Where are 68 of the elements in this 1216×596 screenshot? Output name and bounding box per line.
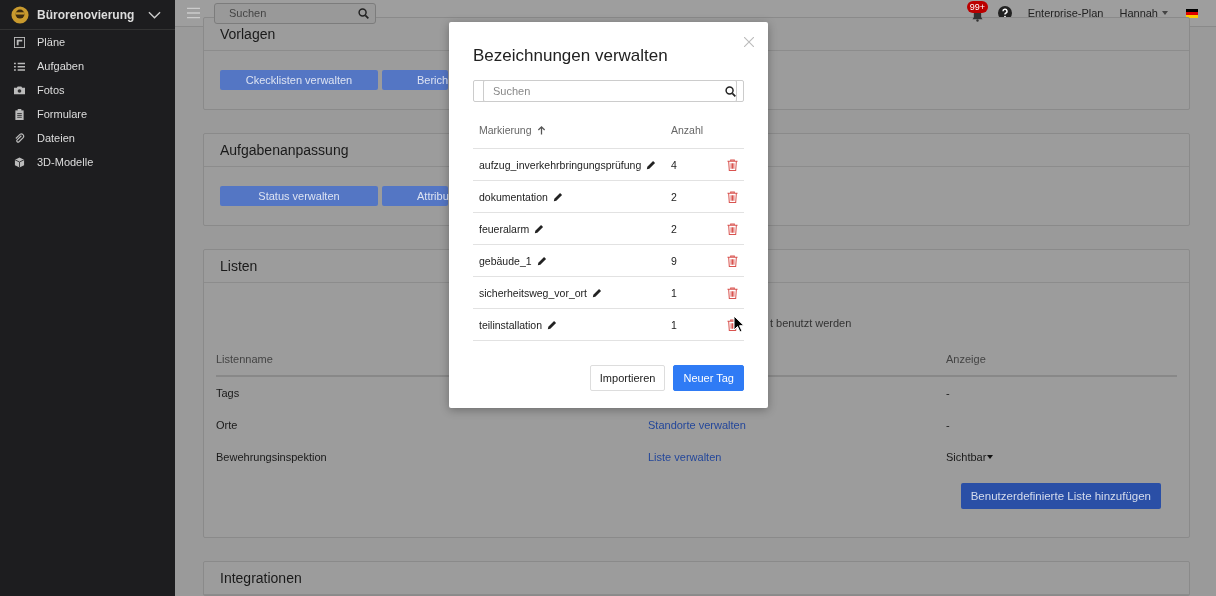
- search-icon: [725, 86, 736, 97]
- card-title: Listen: [220, 258, 258, 274]
- pencil-icon[interactable]: [591, 287, 602, 298]
- column-header: Listenname: [216, 353, 274, 365]
- tag-name: sicherheitsweg_vor_ort: [479, 286, 587, 299]
- clipboard-icon: [14, 108, 25, 120]
- camera-icon: [14, 84, 25, 96]
- sidebar-item[interactable]: Aufgaben: [0, 54, 175, 78]
- tag-count: 1: [671, 286, 678, 299]
- display-value: -: [946, 387, 950, 399]
- tag-count: 2: [671, 222, 678, 235]
- tag-count: 4: [671, 158, 678, 171]
- pencil-icon[interactable]: [552, 191, 563, 202]
- dialog-button[interactable]: Importieren: [589, 365, 666, 391]
- arrow-up-icon[interactable]: [536, 125, 546, 135]
- chevron-down-icon[interactable]: [148, 10, 161, 19]
- list-name: Tags: [216, 387, 241, 399]
- pencil-icon[interactable]: [534, 223, 545, 234]
- tag-name: gebäude_1: [479, 254, 532, 267]
- manage-button[interactable]: Status verwalten: [220, 186, 378, 206]
- manage-link[interactable]: Standorte verwalten: [648, 419, 746, 431]
- visibility-dropdown[interactable]: Sichtbar: [946, 451, 994, 463]
- info-text: t benutzt werden: [770, 317, 852, 329]
- tag-count: 2: [671, 190, 678, 203]
- sidebar-item[interactable]: Pläne: [0, 30, 175, 54]
- manage-link[interactable]: Liste verwalten: [648, 451, 722, 463]
- sidebar-item[interactable]: Fotos: [0, 78, 175, 102]
- card-title: Vorlagen: [220, 26, 276, 42]
- tag-count: 9: [671, 254, 678, 267]
- search-field[interactable]: Suchen: [214, 2, 376, 24]
- mouse-cursor-icon: [733, 315, 745, 333]
- column-header: Anzeige: [946, 353, 987, 365]
- column-header: Anzahl: [671, 124, 705, 136]
- plan-link[interactable]: Enterprise-Plan: [1027, 7, 1104, 19]
- list-name: Orte: [216, 419, 239, 431]
- pencil-icon[interactable]: [547, 319, 558, 330]
- tag-name: teilinstallation: [479, 318, 543, 331]
- display-value: -: [946, 419, 950, 431]
- sidebar-item[interactable]: Formulare: [0, 102, 175, 126]
- tag-count: 1: [671, 318, 678, 331]
- flag-icon[interactable]: [1186, 8, 1198, 18]
- card-title: Integrationen: [220, 570, 302, 586]
- column-header[interactable]: Markierung: [479, 124, 532, 136]
- list-icon: [14, 60, 25, 72]
- modal-title: Bezeichnungen verwalten: [473, 46, 669, 66]
- tag-name: feueralarm: [479, 222, 530, 235]
- trash-icon[interactable]: [727, 318, 738, 331]
- search-icon: [358, 7, 369, 19]
- pencil-icon[interactable]: [536, 255, 547, 266]
- notification-badge: 99+: [966, 1, 988, 13]
- manage-button[interactable]: Ckecklisten verwalten: [220, 70, 378, 90]
- tag-name: aufzug_inverkehrbringungsprüfung: [479, 158, 642, 171]
- card-title: Aufgabenanpassung: [220, 142, 349, 158]
- project-name[interactable]: Bürorenovierung: [37, 7, 140, 22]
- cube-icon: [14, 156, 25, 168]
- tag-name: dokumentation: [479, 190, 548, 203]
- logo-icon: [11, 5, 29, 24]
- manage-button[interactable]: Attribu: [382, 186, 448, 206]
- list-name: Bewehrungsinspektion: [216, 451, 328, 463]
- sidebar-item[interactable]: Dateien: [0, 126, 175, 150]
- search-field[interactable]: Suchen: [483, 80, 737, 102]
- dialog-button[interactable]: Neuer Tag: [673, 365, 744, 391]
- floor-plan-icon: [14, 36, 25, 48]
- paperclip-icon: [14, 132, 25, 144]
- add-list-button[interactable]: Benutzerdefinierte Liste hinzufügen: [960, 483, 1161, 509]
- sidebar-item[interactable]: 3D-Modelle: [0, 150, 175, 174]
- pencil-icon[interactable]: [646, 159, 657, 170]
- manage-button[interactable]: Berich: [382, 70, 448, 90]
